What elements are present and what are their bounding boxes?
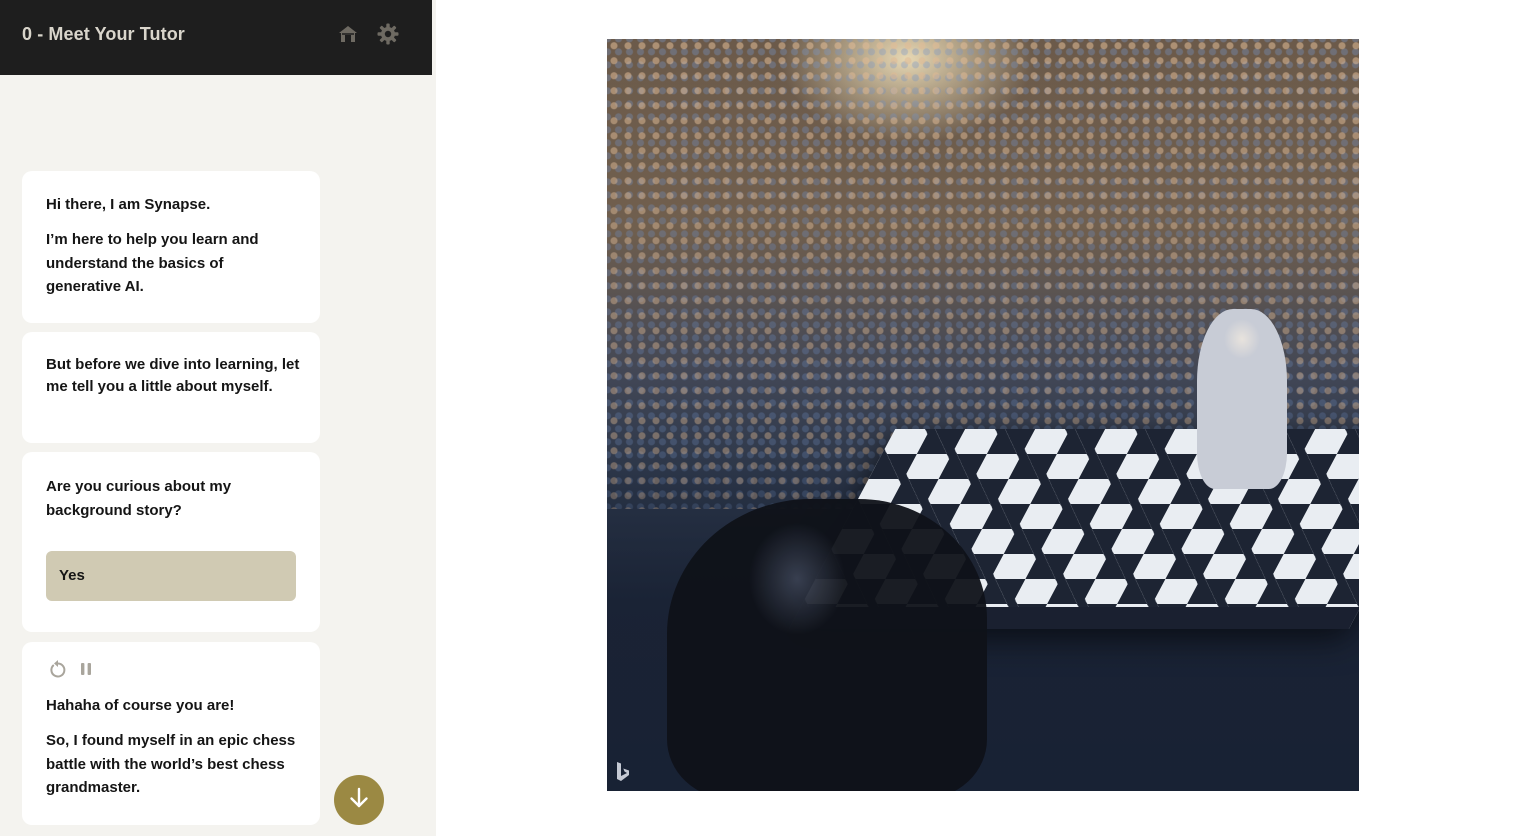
gear-icon[interactable] [376,22,400,46]
message-text: Hahaha of course you are! [46,697,235,714]
tutor-sidebar: 0 - Meet Your Tutor Hi there, I am Synap… [0,0,436,836]
header-bar: 0 - Meet Your Tutor [0,0,432,75]
scroll-down-button[interactable] [334,775,384,825]
page-title: 0 - Meet Your Tutor [22,24,185,44]
chat-message-question: Are you curious about my background stor… [22,452,320,632]
question-text: Are you curious about my background stor… [46,478,232,519]
main-content [436,0,1521,836]
replay-icon[interactable] [47,658,69,680]
bing-logo-icon [615,761,631,783]
chess-battle-illustration [607,39,1359,791]
grandmaster-figure [1197,309,1287,489]
message-text: Hi there, I am Synapse. [46,196,211,213]
yes-button[interactable]: Yes [46,551,296,601]
robot-figure [667,499,987,791]
home-icon[interactable] [336,22,360,46]
arrow-down-icon [348,786,370,815]
chat-message-story: Hahaha of course you are! So, I found my… [22,642,320,825]
message-text: So, I found myself in an epic chess batt… [46,732,296,796]
pause-icon[interactable] [75,658,97,680]
chat-message-before-learning: But before we dive into learning, let me… [22,332,320,443]
message-text: I’m here to help you learn and understan… [46,231,259,295]
chat-message-intro: Hi there, I am Synapse. I’m here to help… [22,171,320,323]
message-text: But before we dive into learning, let me… [46,356,300,395]
